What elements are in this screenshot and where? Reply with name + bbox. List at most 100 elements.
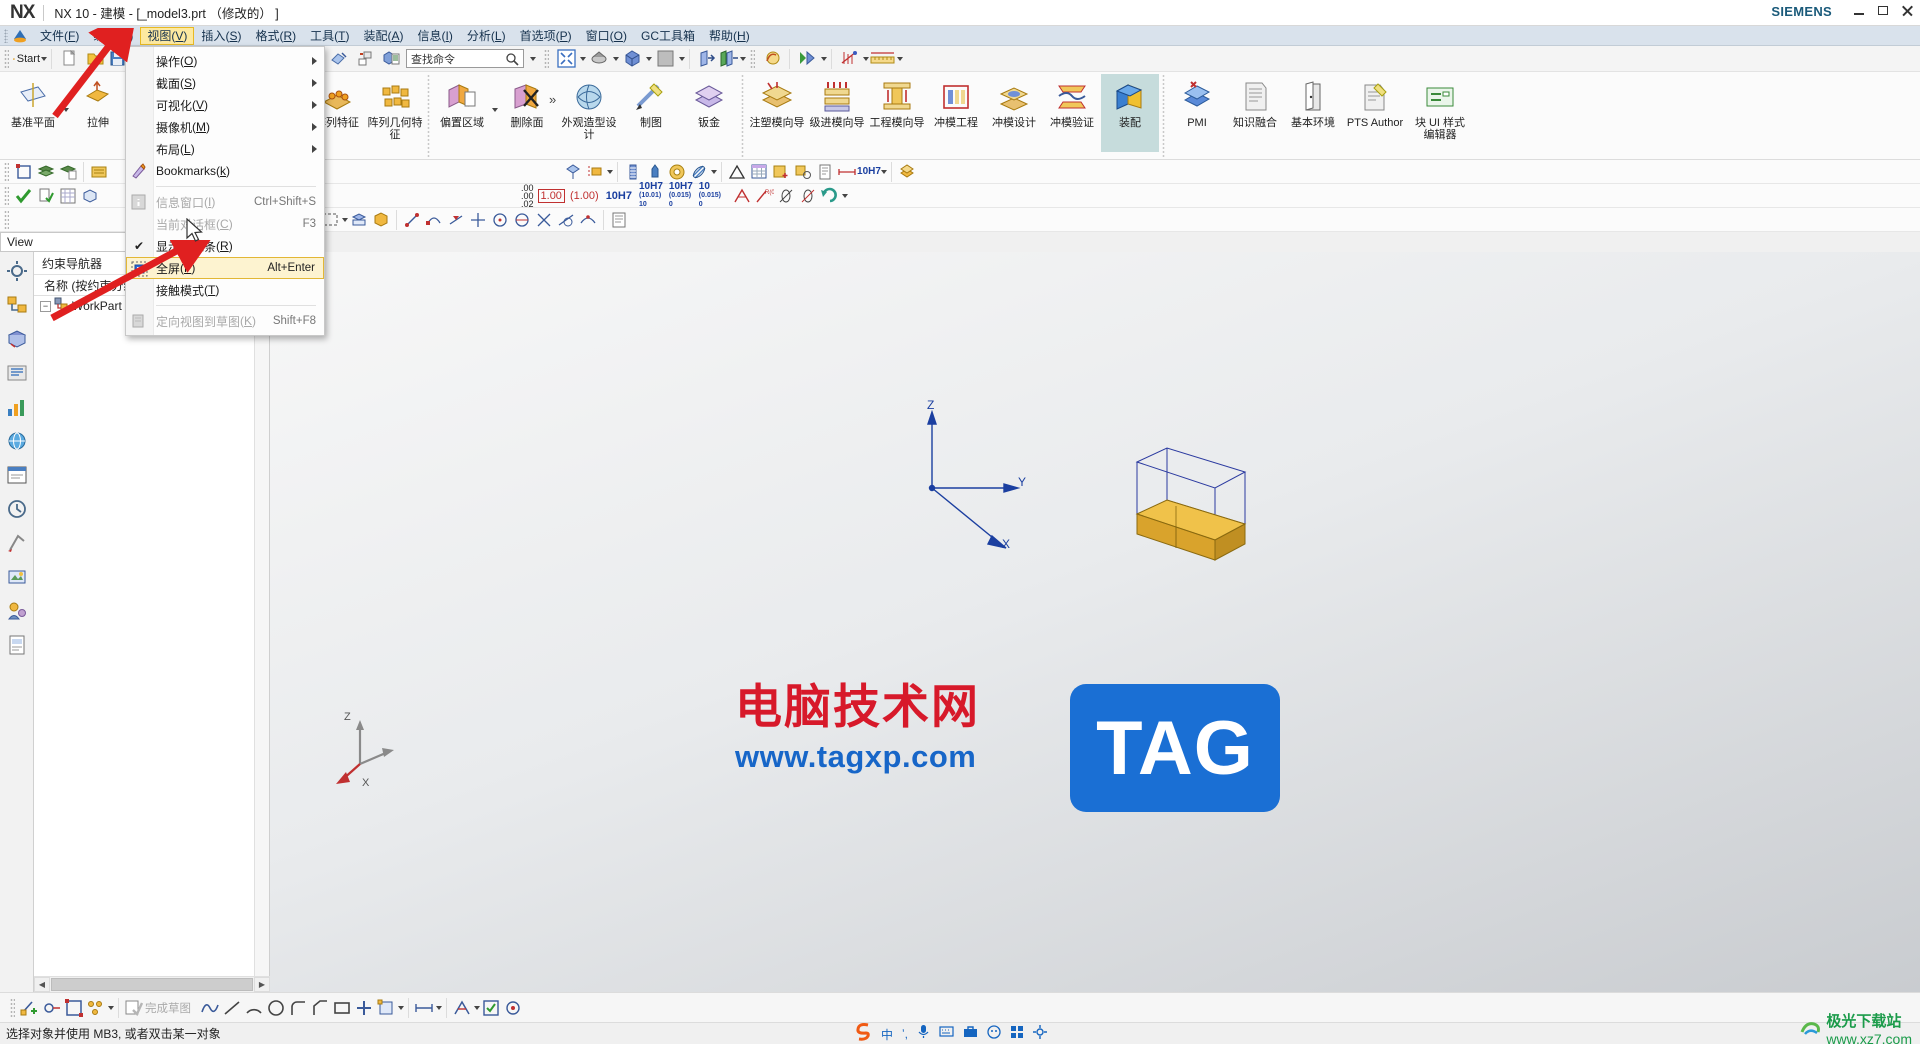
snap-point-icon[interactable] <box>401 210 423 230</box>
sketch-add-icon[interactable] <box>19 998 41 1018</box>
nx-app-icon[interactable] <box>11 28 29 44</box>
caret-icon[interactable] <box>398 1005 404 1010</box>
ribbon-btn-shape-studio[interactable]: 外观造型设计 <box>556 74 622 152</box>
snap-mid-icon[interactable] <box>445 210 467 230</box>
scroll-left-icon[interactable]: ◀ <box>34 977 50 992</box>
caret-icon[interactable] <box>711 169 717 174</box>
menu-help[interactable]: 帮助(H) <box>702 27 757 45</box>
geometric-constraint-icon[interactable] <box>451 998 473 1018</box>
play-sim-button[interactable] <box>794 47 820 71</box>
ribbon-btn-delete-face[interactable]: 删除面 <box>498 74 556 152</box>
snap-end-icon[interactable] <box>423 210 445 230</box>
snap-arc-center-icon[interactable] <box>489 210 511 230</box>
hd3d-tools-icon[interactable] <box>6 396 28 418</box>
check-mark-icon[interactable] <box>13 186 35 206</box>
find-caret-icon[interactable] <box>530 56 536 61</box>
sketch-constraint-icon[interactable] <box>41 998 63 1018</box>
screw-icon[interactable] <box>644 162 666 182</box>
tolerance-10h7-icon[interactable]: 10H7 <box>857 162 881 182</box>
caret-icon[interactable] <box>881 169 887 174</box>
menu-gc-toolbox[interactable]: GC工具箱 <box>634 27 702 45</box>
menu-window[interactable]: 窗口(O) <box>579 27 634 45</box>
auto-constraint-icon[interactable] <box>480 998 502 1018</box>
ime-apps-icon[interactable] <box>1010 1025 1024 1044</box>
snap-tangent-icon[interactable] <box>555 210 577 230</box>
profile-box-icon[interactable] <box>375 998 397 1018</box>
show-constraint-icon[interactable] <box>502 998 524 1018</box>
thread-icon[interactable] <box>688 162 710 182</box>
show-hide-button[interactable] <box>694 47 720 71</box>
ribbon-btn-gateway[interactable]: 基本环境 <box>1284 74 1342 152</box>
menu-tools[interactable]: 工具(T) <box>303 27 356 45</box>
ime-emoji-icon[interactable] <box>987 1024 1001 1044</box>
reuse-library-icon[interactable] <box>88 162 110 182</box>
ribbon-btn-stamping-design[interactable]: 冲模设计 <box>985 74 1043 152</box>
tol-10h7-b[interactable]: 10H7 (0.015) 0 <box>669 181 693 209</box>
find-command-box[interactable]: 查找命令 <box>406 49 524 68</box>
menu-item-v[interactable]: 可视化 (V) <box>126 94 324 116</box>
render-caret-icon[interactable] <box>679 56 685 61</box>
expander-toggle[interactable]: − <box>40 300 51 312</box>
tol-10h7[interactable]: 10H7 <box>606 190 632 202</box>
menu-insert[interactable]: 插入(S) <box>194 27 248 45</box>
ime-keyboard-icon[interactable] <box>939 1025 954 1043</box>
new-file-button[interactable] <box>56 47 82 71</box>
menu-format[interactable]: 格式(R) <box>248 27 303 45</box>
ribbon-btn-pattern-geometry[interactable]: 阵列几何特征 <box>366 74 424 152</box>
table-icon[interactable] <box>748 162 770 182</box>
assembly-navigator-icon[interactable] <box>6 260 28 282</box>
rectangle-icon[interactable] <box>331 998 353 1018</box>
menu-view[interactable]: 视图(V) <box>140 26 195 45</box>
system-materials-icon[interactable] <box>6 600 28 622</box>
analysis-button[interactable] <box>836 47 862 71</box>
sketch-pattern-icon[interactable] <box>85 998 107 1018</box>
ribbon-btn-stamping-validate[interactable]: 冲模验证 <box>1043 74 1101 152</box>
process-studio-icon[interactable] <box>6 464 28 486</box>
assemblies-button[interactable] <box>378 47 404 71</box>
grip[interactable] <box>4 161 9 182</box>
layer-visible-icon[interactable] <box>57 162 79 182</box>
ribbon-btn-pmi[interactable]: PMI <box>1168 74 1226 152</box>
ribbon-btn-datum-plane[interactable]: 基准平面 <box>4 74 62 152</box>
diameter-icon[interactable] <box>775 186 797 206</box>
datum-csys-icon[interactable] <box>13 162 35 182</box>
arc-icon[interactable] <box>243 998 265 1018</box>
menu-item-t[interactable]: 接触模式 (T) <box>126 279 324 301</box>
caret-icon[interactable] <box>607 169 613 174</box>
hscroll-thumb[interactable] <box>51 978 253 991</box>
snap-point-on-curve-icon[interactable] <box>577 210 599 230</box>
snap-center-icon[interactable] <box>467 210 489 230</box>
sketch-dimension-icon[interactable] <box>413 998 435 1018</box>
sew-icon[interactable] <box>562 162 584 182</box>
menu-item-l[interactable]: 布局 (L) <box>126 138 324 160</box>
caret-icon[interactable] <box>108 1005 114 1010</box>
system-scenes-icon[interactable] <box>6 566 28 588</box>
spline-icon[interactable] <box>199 998 221 1018</box>
measure-button[interactable] <box>869 47 903 71</box>
face-select-icon[interactable] <box>348 210 370 230</box>
note-add-icon[interactable] <box>770 162 792 182</box>
body-select-icon[interactable] <box>370 210 392 230</box>
menu-item-f[interactable]: 全屏 (F) Alt+Enter <box>126 257 324 279</box>
qa-grip-2[interactable] <box>544 48 549 69</box>
view-cube-icon[interactable] <box>79 186 101 206</box>
spring-icon[interactable] <box>622 162 644 182</box>
list-icon[interactable] <box>608 210 630 230</box>
menu-item-m[interactable]: 摄像机 (M) <box>126 116 324 138</box>
ribbon-btn-mold-wizard[interactable]: 注塑模向导 <box>747 74 807 152</box>
ribbon-btn-offset-region[interactable]: 偏置区域 <box>433 74 491 152</box>
ribbon-btn-assembly[interactable]: 装配 <box>1101 74 1159 152</box>
play-caret-icon[interactable] <box>821 56 827 61</box>
caret-icon[interactable] <box>841 193 848 198</box>
menu-item-o[interactable]: 操作 (O) <box>126 50 324 72</box>
layer-settings-button[interactable] <box>352 47 378 71</box>
navigator-vscrollbar[interactable] <box>254 274 269 976</box>
caret-icon[interactable] <box>436 1005 442 1010</box>
tol-10-c[interactable]: 10 (0.015) 0 <box>699 181 721 209</box>
navigator-hscrollbar[interactable]: ◀ ▶ <box>34 976 270 992</box>
ime-punctuation-icon[interactable]: ʼ, <box>902 1027 908 1041</box>
sogou-logo-icon[interactable] <box>855 1022 872 1044</box>
mold-icon[interactable] <box>896 162 918 182</box>
feature-list-icon[interactable] <box>584 162 606 182</box>
linear-dim-icon[interactable] <box>836 162 858 182</box>
